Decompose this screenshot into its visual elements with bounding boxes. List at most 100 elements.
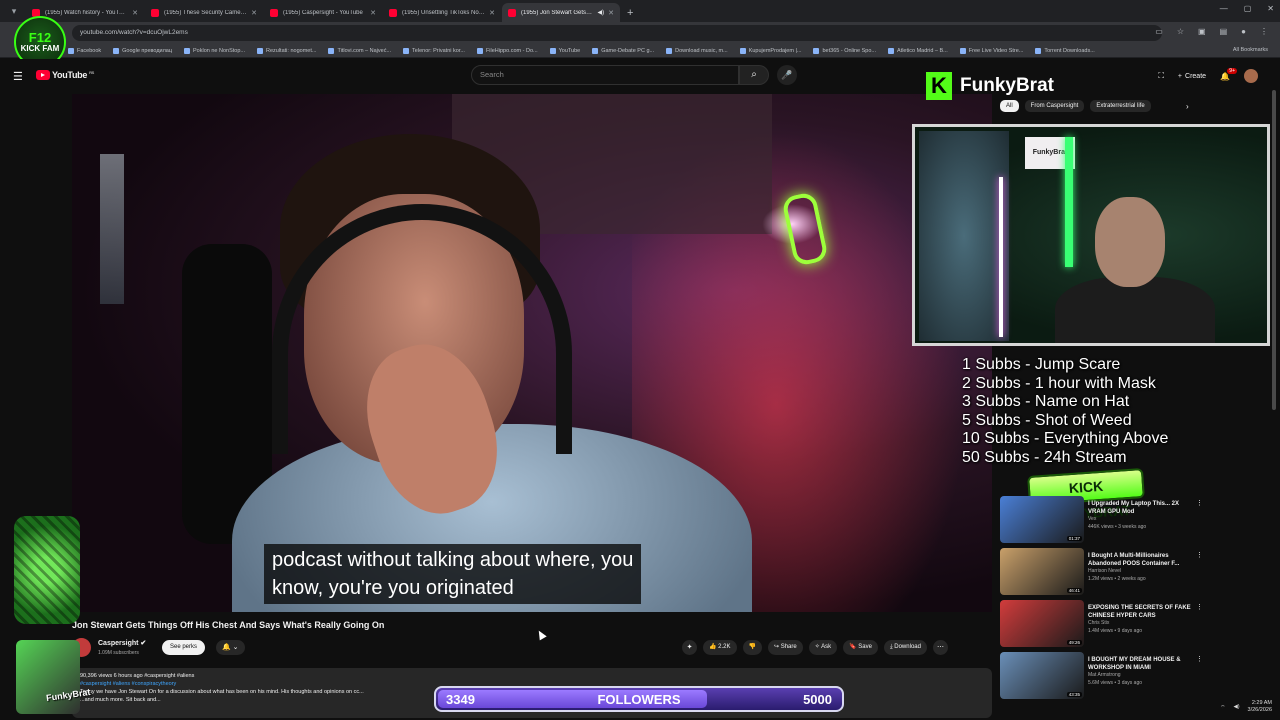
- tab-search-icon[interactable]: ▾: [6, 3, 22, 19]
- recommendation-title[interactable]: I Upgraded My Laptop This... 2X VRAM GPU…: [1088, 500, 1196, 516]
- video-actions: ✦ 👍 2.2K 👎 ↪ Share ✧ Ask 🔖 Save ⤓ Downlo…: [682, 640, 948, 655]
- toolbar-icons: ▭ ☆ ▣ ▤ ● ⋮: [1155, 27, 1268, 36]
- recommendation-thumbnail[interactable]: 49:26: [1000, 600, 1084, 647]
- volume-icon[interactable]: ◀): [1233, 704, 1239, 710]
- bookmark-item[interactable]: Torrent Downloads...: [1035, 47, 1095, 54]
- search-input[interactable]: Search: [471, 65, 739, 85]
- recommendation-thumbnail[interactable]: 01:37: [1000, 496, 1084, 543]
- close-icon[interactable]: ✕: [370, 9, 376, 17]
- minimize-icon[interactable]: —: [1220, 4, 1228, 13]
- close-icon[interactable]: ✕: [251, 9, 257, 17]
- wifi-icon[interactable]: ⌔: [1220, 704, 1225, 711]
- bookmark-item[interactable]: KupujemProdajem |...: [739, 47, 801, 54]
- more-vert-icon[interactable]: ⋮: [1196, 499, 1203, 507]
- account-avatar[interactable]: [1244, 69, 1258, 83]
- recommendation-thumbnail[interactable]: 43:35: [1000, 652, 1084, 699]
- webcam-streamer-head: [1095, 197, 1165, 287]
- close-icon[interactable]: ✕: [489, 9, 495, 17]
- close-icon[interactable]: ✕: [608, 9, 614, 17]
- recommendation-item[interactable]: 01:37 I Upgraded My Laptop This... 2X VRA…: [1000, 496, 1206, 547]
- menu-icon[interactable]: ⋮: [1260, 27, 1268, 36]
- recommendation-channel[interactable]: Mat Armstrong: [1088, 672, 1121, 678]
- recommendation-channel[interactable]: Harrison Nevel: [1088, 568, 1121, 574]
- sidepanel-icon[interactable]: ▤: [1220, 27, 1228, 36]
- bookmark-item[interactable]: Atletico Madrid – B...: [888, 47, 948, 54]
- bookmark-item[interactable]: Google преводилац: [113, 47, 172, 54]
- video-player[interactable]: podcast without talking about where, you…: [72, 94, 992, 612]
- speaker-icon[interactable]: ◀): [598, 9, 605, 16]
- browser-tab[interactable]: (1955) Unsettling TikToks No O... ✕: [383, 3, 501, 22]
- ask-button[interactable]: ✧ Ask: [808, 640, 838, 655]
- bookmark-favicon-icon: [403, 47, 410, 54]
- maximize-icon[interactable]: ▢: [1244, 4, 1252, 13]
- cast-icon[interactable]: ⛶: [1158, 71, 1164, 81]
- microphone-icon[interactable]: 🎤: [777, 65, 797, 85]
- recommendation-channel[interactable]: Vex: [1088, 516, 1096, 522]
- bookmark-item[interactable]: Poklon ne NonStop...: [184, 47, 245, 54]
- bookmark-item[interactable]: Telenor: Privatni kor...: [403, 47, 465, 54]
- url-input[interactable]: youtube.com/watch?v=dcuOjwL2ems: [72, 25, 1162, 41]
- recommendation-item[interactable]: 43:35 I BOUGHT MY DREAM HOUSE & WORKSHOP …: [1000, 652, 1206, 703]
- close-window-icon[interactable]: ✕: [1267, 4, 1274, 13]
- browser-tab[interactable]: (1955) These Security Camera ... ✕: [145, 3, 263, 22]
- recommendation-thumbnail[interactable]: 46:41: [1000, 548, 1084, 595]
- sparkle-icon[interactable]: ✦: [682, 640, 697, 655]
- browser-tab[interactable]: (1955) Caspersight - YouTube ✕: [264, 3, 382, 22]
- notifications-bell-icon[interactable]: 🔔 9+: [1220, 67, 1237, 81]
- star-icon[interactable]: ☆: [1177, 27, 1184, 36]
- bookmark-favicon-icon: [888, 47, 894, 54]
- search-icon[interactable]: ⌕: [739, 65, 769, 85]
- bookmark-item[interactable]: FileHippo.com - Do...: [476, 47, 538, 54]
- dislike-button[interactable]: 👎: [742, 640, 762, 655]
- clock[interactable]: 2:29 AM 3/26/2026: [1248, 700, 1272, 714]
- more-vert-icon[interactable]: ⋮: [1196, 551, 1203, 559]
- bookmark-item[interactable]: Game-Debate PC g...: [592, 47, 655, 54]
- bookmark-favicon-icon: [68, 47, 74, 54]
- bookmark-item[interactable]: Facebook: [68, 47, 101, 54]
- create-button[interactable]: + Create: [1178, 73, 1206, 80]
- bookmark-item[interactable]: Download music, m...: [666, 47, 728, 54]
- chip-from-channel[interactable]: From Caspersight: [1024, 100, 1085, 112]
- logo-line2: KICK FAM: [20, 44, 60, 53]
- save-button[interactable]: 🔖 Save: [843, 640, 878, 655]
- more-vert-icon[interactable]: ⋮: [1196, 603, 1203, 611]
- more-options-icon[interactable]: ⋯: [932, 640, 948, 655]
- bookmark-favicon-icon: [813, 47, 820, 54]
- browser-tab-active[interactable]: (1955) Jon Stewart Gets Thi... ◀) ✕: [502, 3, 620, 22]
- all-bookmarks[interactable]: All Bookmarks: [1233, 47, 1268, 53]
- profile-icon[interactable]: ●: [1241, 27, 1246, 36]
- recommendation-item[interactable]: 46:41 I Bought A Multi-Millionaires Aband…: [1000, 548, 1206, 599]
- extensions-icon[interactable]: ▣: [1198, 27, 1206, 36]
- subscription-bell-button[interactable]: 🔔 ⌄: [216, 640, 245, 655]
- bookmark-label: Game-Debate PC g...: [601, 47, 655, 54]
- new-tab-icon[interactable]: +: [627, 7, 633, 19]
- recommendation-title[interactable]: I BOUGHT MY DREAM HOUSE & WORKSHOP IN MI…: [1088, 656, 1196, 672]
- bookmark-item[interactable]: YouTube: [549, 47, 580, 54]
- bookmark-item[interactable]: Rezultati: nogomet...: [257, 47, 316, 54]
- see-perks-button[interactable]: See perks: [162, 640, 206, 655]
- recommendation-item[interactable]: 49:26 EXPOSING THE SECRETS OF FAKE CHINES…: [1000, 600, 1206, 651]
- chip-all[interactable]: All: [1000, 100, 1019, 112]
- chip-topic[interactable]: Extraterrestrial life: [1090, 100, 1151, 112]
- recommendation-channel[interactable]: Chris Stix: [1088, 620, 1109, 626]
- tab-title: (1955) Watch history - YouTube: [45, 9, 129, 16]
- hamburger-menu-icon[interactable]: ☰: [13, 70, 23, 83]
- install-icon[interactable]: ▭: [1155, 27, 1163, 36]
- bookmark-item[interactable]: Free Live Video Stre...: [959, 47, 1023, 54]
- like-button[interactable]: 👍 2.2K: [703, 640, 737, 655]
- share-button[interactable]: ↪ Share: [767, 640, 803, 655]
- download-button[interactable]: ⤓ Download: [883, 640, 927, 655]
- page-scrollbar[interactable]: [1272, 90, 1276, 410]
- bookmark-item[interactable]: Titlovi.com – Najveć...: [328, 47, 391, 54]
- youtube-logo[interactable]: YouTube RS: [36, 70, 94, 80]
- download-label: Download: [894, 644, 921, 650]
- more-vert-icon[interactable]: ⋮: [1196, 655, 1203, 663]
- chevron-right-icon[interactable]: ›: [1186, 102, 1189, 111]
- channel-name[interactable]: Caspersight ✔: [98, 639, 146, 647]
- followers-current: 3349: [446, 691, 475, 707]
- recommendation-title[interactable]: EXPOSING THE SECRETS OF FAKE CHINESE HYP…: [1088, 604, 1196, 620]
- close-icon[interactable]: ✕: [132, 9, 138, 17]
- goal-item: 1 Subbs - Jump Scare: [962, 356, 1121, 373]
- recommendation-title[interactable]: I Bought A Multi-Millionaires Abandoned …: [1088, 552, 1196, 568]
- bookmark-item[interactable]: bet365 - Online Spo...: [813, 47, 876, 54]
